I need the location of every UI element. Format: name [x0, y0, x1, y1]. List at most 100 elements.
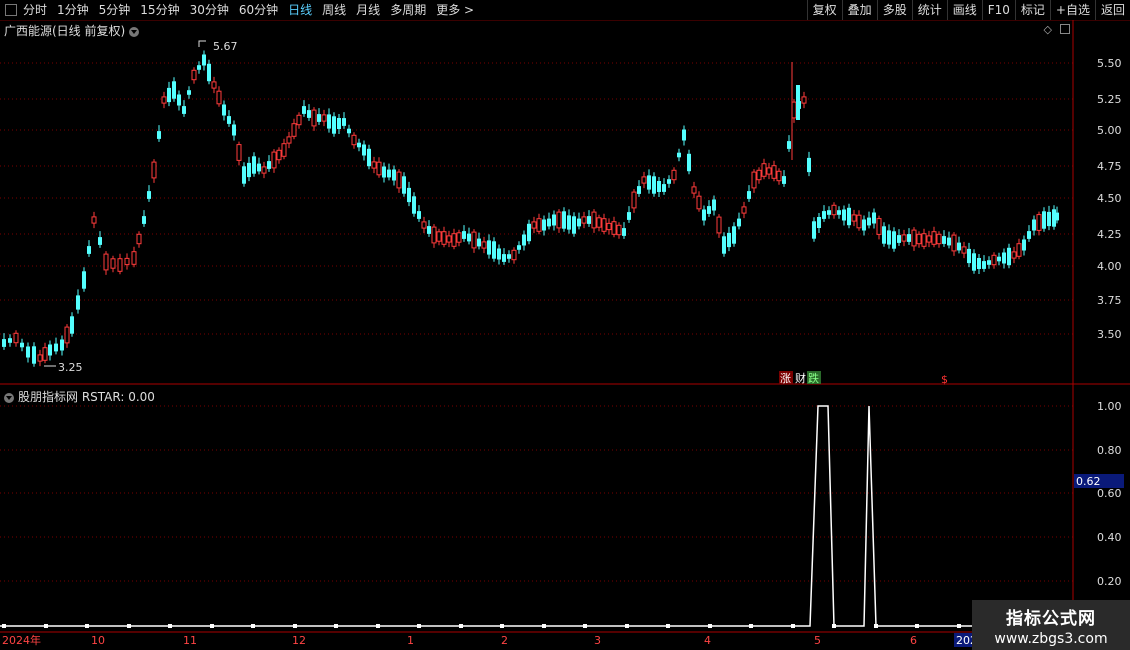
candle-body-down [462, 231, 466, 239]
candle-body-down [98, 237, 102, 245]
candle-body-up [281, 143, 287, 157]
candle-body-up [431, 226, 437, 244]
candle-body-down [332, 116, 336, 134]
candle-body-up [456, 232, 462, 243]
rstar-point [210, 624, 214, 628]
candle-body-down [54, 343, 58, 352]
candle-body-up [291, 123, 297, 137]
candle-body-down [147, 191, 151, 199]
candle-body-up [271, 151, 277, 169]
candle-body-up [751, 171, 757, 189]
candle-body-down [796, 85, 800, 120]
rstar-point [293, 624, 297, 628]
ind-y-label-020: 0.20 [1097, 575, 1122, 588]
candle-body-down [842, 209, 846, 221]
candle-body-down [392, 169, 396, 181]
candle-body-down [817, 217, 821, 228]
x-axis-labels: 2024年 10 11 12 1 2 3 4 5 6 202 [2, 633, 977, 647]
candle-body-up [376, 161, 382, 176]
candle-body-down [492, 241, 496, 259]
candle-body-down [70, 316, 74, 334]
candle-body-down [187, 90, 191, 95]
candle-body-down [712, 199, 716, 211]
candle-body-down [502, 254, 506, 262]
rstar-point [874, 624, 878, 628]
rstar-point [85, 624, 89, 628]
x-label-may: 5 [814, 634, 821, 647]
rstar-point [334, 624, 338, 628]
rstar-point [832, 624, 836, 628]
chart-canvas[interactable]: 5.50 5.25 5.00 4.75 4.50 4.25 4.00 3.75 … [0, 0, 1130, 650]
x-label-mar: 3 [594, 634, 601, 647]
candle-body-down [587, 216, 591, 224]
indicator-title[interactable]: 股朋指标网 RSTAR: 0.00 [4, 388, 155, 405]
candle-body-up [136, 233, 142, 245]
candle-body-down [812, 221, 816, 239]
candle-body-down [967, 248, 971, 264]
candle-body-up [601, 218, 607, 232]
candle-body-down [987, 260, 991, 265]
candle-body-down [822, 211, 826, 219]
candle-body-down [882, 226, 886, 244]
y-label-550: 5.50 [1097, 57, 1122, 70]
candle-body-up [961, 246, 967, 254]
candle-body-up [876, 218, 882, 235]
candle-body-up [556, 211, 562, 229]
finance-label: 财 [795, 371, 806, 385]
rstar-point [957, 624, 961, 628]
candle-body-up [1036, 214, 1042, 231]
candle-body-down [782, 176, 786, 184]
candle-body-down [302, 106, 306, 114]
candle-body-down [652, 176, 656, 194]
rstar-point [459, 624, 463, 628]
candle-body-down [227, 116, 231, 124]
candle-body-up [211, 81, 217, 89]
candle-body-down [267, 161, 271, 169]
indicator-title-text: 股朋指标网 RSTAR: 0.00 [18, 390, 155, 404]
candle-body-up [756, 169, 762, 181]
axes [0, 20, 1130, 633]
ind-y-label-060: 0.60 [1097, 487, 1122, 500]
candle-body-down [412, 196, 416, 214]
candle-body-up [286, 136, 292, 144]
candle-body-up [741, 206, 747, 214]
low-marker: 3.25 [44, 361, 83, 374]
candle-body-up [616, 224, 622, 236]
candle-body-down [1007, 247, 1011, 266]
candle-body-down [82, 271, 86, 289]
candle-body-down [572, 216, 576, 234]
candle-body-down [707, 206, 711, 214]
rstar-point [376, 624, 380, 628]
candlestick-series [2, 50, 1059, 367]
watermark-url: www.zbgs3.com [994, 631, 1108, 647]
rstar-point [915, 624, 919, 628]
candle-body-down [26, 346, 30, 358]
candle-body-up [531, 221, 537, 229]
candle-body-up [716, 216, 722, 234]
candle-body-up [851, 214, 857, 222]
candle-body-down [837, 210, 841, 215]
candle-body-down [972, 253, 976, 271]
candle-body-down [182, 106, 186, 114]
indicator-dropdown-icon[interactable] [4, 392, 14, 403]
ind-y-label-040: 0.40 [1097, 531, 1122, 544]
candle-body-down [547, 218, 551, 227]
candle-body-up [671, 169, 677, 181]
candle-body-up [436, 231, 442, 242]
candle-body-down [8, 338, 12, 343]
ind-y-label-100: 1.00 [1097, 400, 1122, 413]
candle-body-down [327, 114, 331, 129]
candle-body-down [702, 209, 706, 221]
candle-body-up [696, 195, 702, 210]
rstar-line [0, 405, 1073, 627]
candle-body-up [117, 258, 123, 272]
candle-body-up [451, 233, 457, 247]
candle-body-up [801, 96, 807, 104]
candle-body-down [737, 218, 741, 227]
limit-up-label: 涨 [780, 372, 791, 385]
candle-body-down [247, 162, 251, 178]
x-label-jan: 1 [407, 634, 414, 647]
candle-body-down [542, 219, 546, 231]
candle-body-down [337, 118, 341, 129]
candle-body-up [916, 233, 922, 245]
